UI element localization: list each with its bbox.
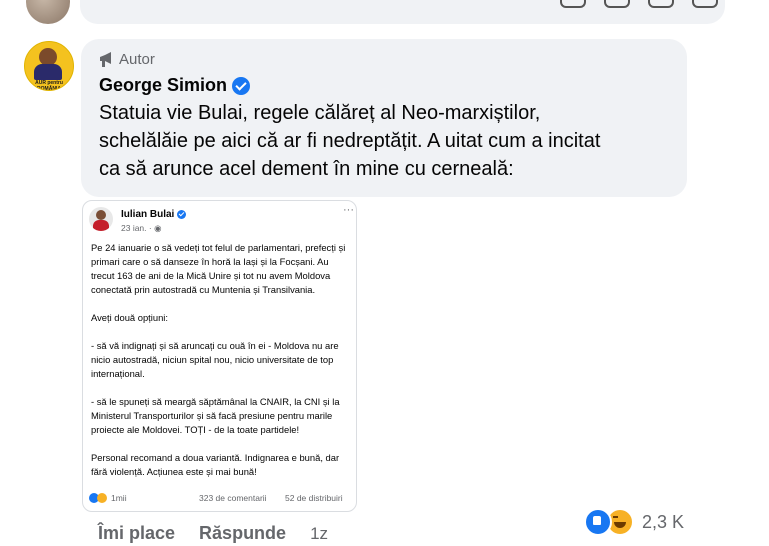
comment-timestamp[interactable]: 1z xyxy=(310,524,328,544)
globe-icon: ◉ xyxy=(154,223,162,233)
previous-comment-avatar[interactable] xyxy=(26,0,70,24)
comment-author-name[interactable]: George Simion xyxy=(99,75,227,96)
camera-icon[interactable] xyxy=(604,0,630,8)
post-paragraph: Aveți două opțiuni: xyxy=(91,312,168,323)
post-body: Pe 24 ianuarie o să vedeți tot felul de … xyxy=(91,241,353,479)
haha-icon xyxy=(97,493,107,503)
post-paragraph: Personal recomand a doua variantă. Indig… xyxy=(91,452,340,477)
comment-text: Statuia vie Bulai, regele călăreț al Neo… xyxy=(99,99,689,183)
post-date-text: 23 ian. · xyxy=(121,223,152,233)
avatar-body xyxy=(34,64,62,80)
comment-line: schelălăie pe aici că ar fi nedreptățit.… xyxy=(99,130,601,152)
reply-button[interactable]: Răspunde xyxy=(199,523,286,544)
verified-badge-icon xyxy=(232,76,251,95)
author-badge-label: Autor xyxy=(119,51,155,68)
post-share-count: 52 de distribuiri xyxy=(285,493,343,503)
post-author-avatar xyxy=(89,207,113,231)
verified-badge-icon xyxy=(177,210,187,219)
microphone-icon xyxy=(100,51,111,67)
author-badge: Autor xyxy=(99,51,155,68)
comment-line: ca să arunce acel dement în mine cu cern… xyxy=(99,158,514,180)
post-author-name: Iulian Bulai xyxy=(121,209,175,220)
gif-icon[interactable] xyxy=(648,0,674,8)
post-paragraph: - să vă indignați și să aruncați cu ouă … xyxy=(91,340,339,379)
sticker-icon[interactable] xyxy=(692,0,718,8)
post-date: 23 ian. · ◉ xyxy=(121,223,162,234)
like-button[interactable]: Îmi place xyxy=(98,523,175,544)
emoji-icon[interactable] xyxy=(560,0,586,8)
more-options-icon: ··· xyxy=(343,204,354,216)
comment-bubble: Autor George Simion Statuia vie Bulai, r… xyxy=(81,39,687,197)
avatar-logo-text: AUR pentru ROMÂNIA xyxy=(35,80,63,91)
author-avatar[interactable]: AUR pentru ROMÂNIA xyxy=(24,41,74,91)
comment-actions: Îmi place Răspunde 1z xyxy=(98,523,328,544)
previous-comment-toolbar xyxy=(560,0,718,8)
comment-line: Statuia vie Bulai, regele călăreț al Neo… xyxy=(99,102,541,124)
reactions-summary[interactable]: 2,3 K xyxy=(582,506,691,538)
post-comment-count: 323 de comentarii xyxy=(199,493,267,503)
post-paragraph: - să le spuneți să meargă săptămânal la … xyxy=(91,396,340,435)
reaction-count: 2,3 K xyxy=(642,511,685,532)
like-icon xyxy=(584,508,612,536)
shared-post-screenshot[interactable]: Iulian Bulai 23 ian. · ◉ ··· Pe 24 ianua… xyxy=(82,200,357,512)
post-reaction-count: 1mii xyxy=(111,493,127,503)
post-paragraph: Pe 24 ianuarie o să vedeți tot felul de … xyxy=(91,242,346,295)
